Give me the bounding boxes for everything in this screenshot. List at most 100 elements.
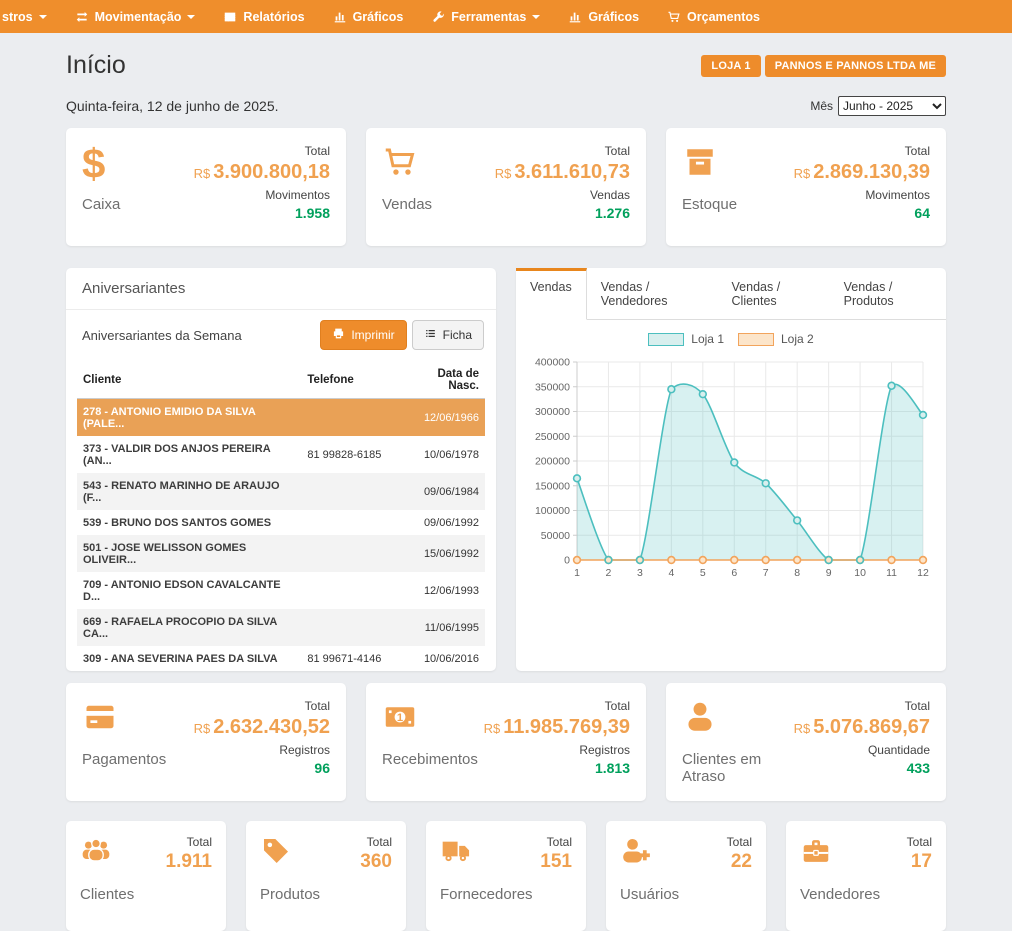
total-value: R$11.985.769,39: [484, 716, 630, 740]
svg-text:150000: 150000: [535, 480, 570, 492]
client-cell: 669 - RAFAELA PROCOPIO DA SILVA CA...: [77, 609, 301, 646]
total-value: R$3.611.610,73: [495, 161, 630, 185]
birthday-row[interactable]: 543 - RENATO MARINHO DE ARAUJO (F...09/0…: [77, 473, 485, 510]
count-card-fornecedores: Total151Fornecedores: [426, 821, 586, 931]
phone-cell: [301, 399, 403, 437]
print-button[interactable]: Imprimir: [320, 320, 406, 350]
person-icon: [682, 699, 718, 740]
cart-icon: [667, 10, 681, 24]
total-label: Total: [194, 144, 330, 158]
client-cell: 278 - ANTONIO EMIDIO DA SILVA (PALE...: [77, 399, 301, 437]
birthday-row[interactable]: 373 - VALDIR DOS ANJOS PEREIRA (AN...81 …: [77, 436, 485, 473]
total-label: Total: [194, 699, 330, 713]
box-icon: [682, 144, 718, 185]
nav-item-orcamentos[interactable]: Orçamentos: [653, 0, 774, 33]
svg-text:50000: 50000: [541, 530, 570, 542]
nav-item-stros[interactable]: stros: [0, 0, 61, 33]
stat-row-2: PagamentosTotalR$2.632.430,52Registros96…: [66, 683, 946, 801]
birthday-row[interactable]: 309 - ANA SEVERINA PAES DA SILVA81 99671…: [77, 646, 485, 671]
legend-item-loja-1[interactable]: Loja 1: [648, 332, 724, 346]
svg-text:12: 12: [917, 567, 929, 579]
svg-text:8: 8: [794, 567, 800, 579]
chart-icon: [568, 10, 582, 24]
nav-item-label: Gráficos: [353, 10, 404, 24]
tab-vendas-vendedores[interactable]: Vendas / Vendedores: [587, 268, 718, 320]
nav-item-label: stros: [2, 10, 33, 24]
birthdate-cell: 09/06/1992: [403, 510, 485, 535]
birthday-row[interactable]: 669 - RAFAELA PROCOPIO DA SILVA CA...11/…: [77, 609, 485, 646]
legend-swatch: [648, 333, 684, 346]
count-label: Vendas: [495, 188, 630, 202]
store-badge-loja-1[interactable]: LOJA 1: [701, 55, 760, 77]
cardpay-icon: [82, 699, 118, 740]
count-card-name: Usuários: [620, 886, 752, 903]
stat-card-clientes-em-atraso: Clientes em AtrasoTotalR$5.076.869,67Qua…: [666, 683, 946, 801]
col-phone: Telefone: [301, 362, 403, 399]
count-card-name: Fornecedores: [440, 886, 572, 903]
phone-cell: 81 99671-4146: [301, 646, 403, 671]
birthday-row[interactable]: 278 - ANTONIO EMIDIO DA SILVA (PALE... 12…: [77, 399, 485, 437]
birthday-row[interactable]: 709 - ANTONIO EDSON CAVALCANTE D... 12/06…: [77, 572, 485, 609]
nav-item-label: Ferramentas: [451, 10, 526, 24]
stat-card-vendas: Vendas Total R$3.611.610,73 Vendas 1.276: [366, 128, 646, 246]
birthday-row[interactable]: 501 - JOSE WELISSON GOMES OLIVEIR...15/0…: [77, 535, 485, 572]
client-cell: 309 - ANA SEVERINA PAES DA SILVA: [77, 646, 301, 671]
total-label: Total: [166, 835, 213, 849]
birthday-row[interactable]: 539 - BRUNO DOS SANTOS GOMES09/06/1992: [77, 510, 485, 535]
chart-icon: [333, 10, 347, 24]
total-label: Total: [540, 835, 572, 849]
count-value: 1.276: [495, 205, 630, 221]
birthdate-cell: 12/06/1966: [403, 399, 485, 437]
svg-text:100000: 100000: [535, 505, 570, 517]
money-icon: 1: [382, 699, 418, 740]
caret-down-icon: [532, 15, 540, 19]
count-label: Registros: [194, 743, 330, 757]
birthdays-card: Aniversariantes Aniversariantes da Seman…: [66, 268, 496, 671]
store-badges: LOJA 1PANNOS E PANNOS LTDA ME: [701, 55, 946, 77]
count-label: Movimentos: [794, 188, 930, 202]
tab-vendas[interactable]: Vendas: [516, 268, 587, 320]
count-value: 433: [794, 760, 930, 776]
nav-item-movimentacao[interactable]: Movimentação: [61, 0, 210, 33]
legend-item-loja-2[interactable]: Loja 2: [738, 332, 814, 346]
svg-text:0: 0: [564, 555, 570, 567]
total-value: 1.911: [166, 851, 213, 873]
nav-item-relatorios[interactable]: Relatórios: [209, 0, 318, 33]
legend-label: Loja 2: [781, 332, 814, 346]
count-label: Registros: [484, 743, 630, 757]
svg-text:4: 4: [668, 567, 674, 579]
total-value: 22: [727, 851, 752, 873]
month-select[interactable]: Junho - 2025: [838, 96, 946, 116]
svg-text:9: 9: [826, 567, 832, 579]
sales-chart: 0500001000001500002000002500003000003500…: [516, 348, 946, 596]
ficha-button[interactable]: Ficha: [412, 320, 484, 350]
current-date: Quinta-feira, 12 de junho de 2025.: [66, 98, 279, 114]
briefcase-icon: [800, 835, 832, 873]
svg-text:11: 11: [886, 567, 897, 579]
store-badge-pannos-e-pannos-ltda-me[interactable]: PANNOS E PANNOS LTDA ME: [765, 55, 946, 77]
tab-vendas-clientes[interactable]: Vendas / Clientes: [718, 268, 830, 320]
birthdate-cell: 09/06/1984: [403, 473, 485, 510]
stat-name: Recebimentos: [382, 751, 478, 768]
phone-cell: [301, 572, 403, 609]
count-value: 1.813: [484, 760, 630, 776]
total-label: Total: [495, 144, 630, 158]
nav-item-graficos[interactable]: Gráficos: [319, 0, 418, 33]
birthdays-subtitle: Aniversariantes da Semana: [82, 328, 242, 343]
exchange-icon: [75, 10, 89, 24]
stat-name: Clientes em Atraso: [682, 751, 794, 785]
caret-down-icon: [39, 15, 47, 19]
svg-text:350000: 350000: [535, 381, 570, 393]
nav-item-graficos[interactable]: Gráficos: [554, 0, 653, 33]
svg-text:2: 2: [606, 567, 612, 579]
birthdate-cell: 12/06/1993: [403, 572, 485, 609]
nav-item-ferramentas[interactable]: Ferramentas: [417, 0, 554, 33]
tab-vendas-produtos[interactable]: Vendas / Produtos: [830, 268, 946, 320]
client-cell: 709 - ANTONIO EDSON CAVALCANTE D...: [77, 572, 301, 609]
svg-text:300000: 300000: [535, 406, 570, 418]
stat-name: Vendas: [382, 196, 432, 213]
cart-icon: [382, 144, 418, 185]
stat-row-1: $CaixaTotalR$3.900.800,18Movimentos1.958…: [66, 128, 946, 246]
total-value: 17: [907, 851, 932, 873]
total-value: R$2.869.130,39: [794, 161, 930, 185]
